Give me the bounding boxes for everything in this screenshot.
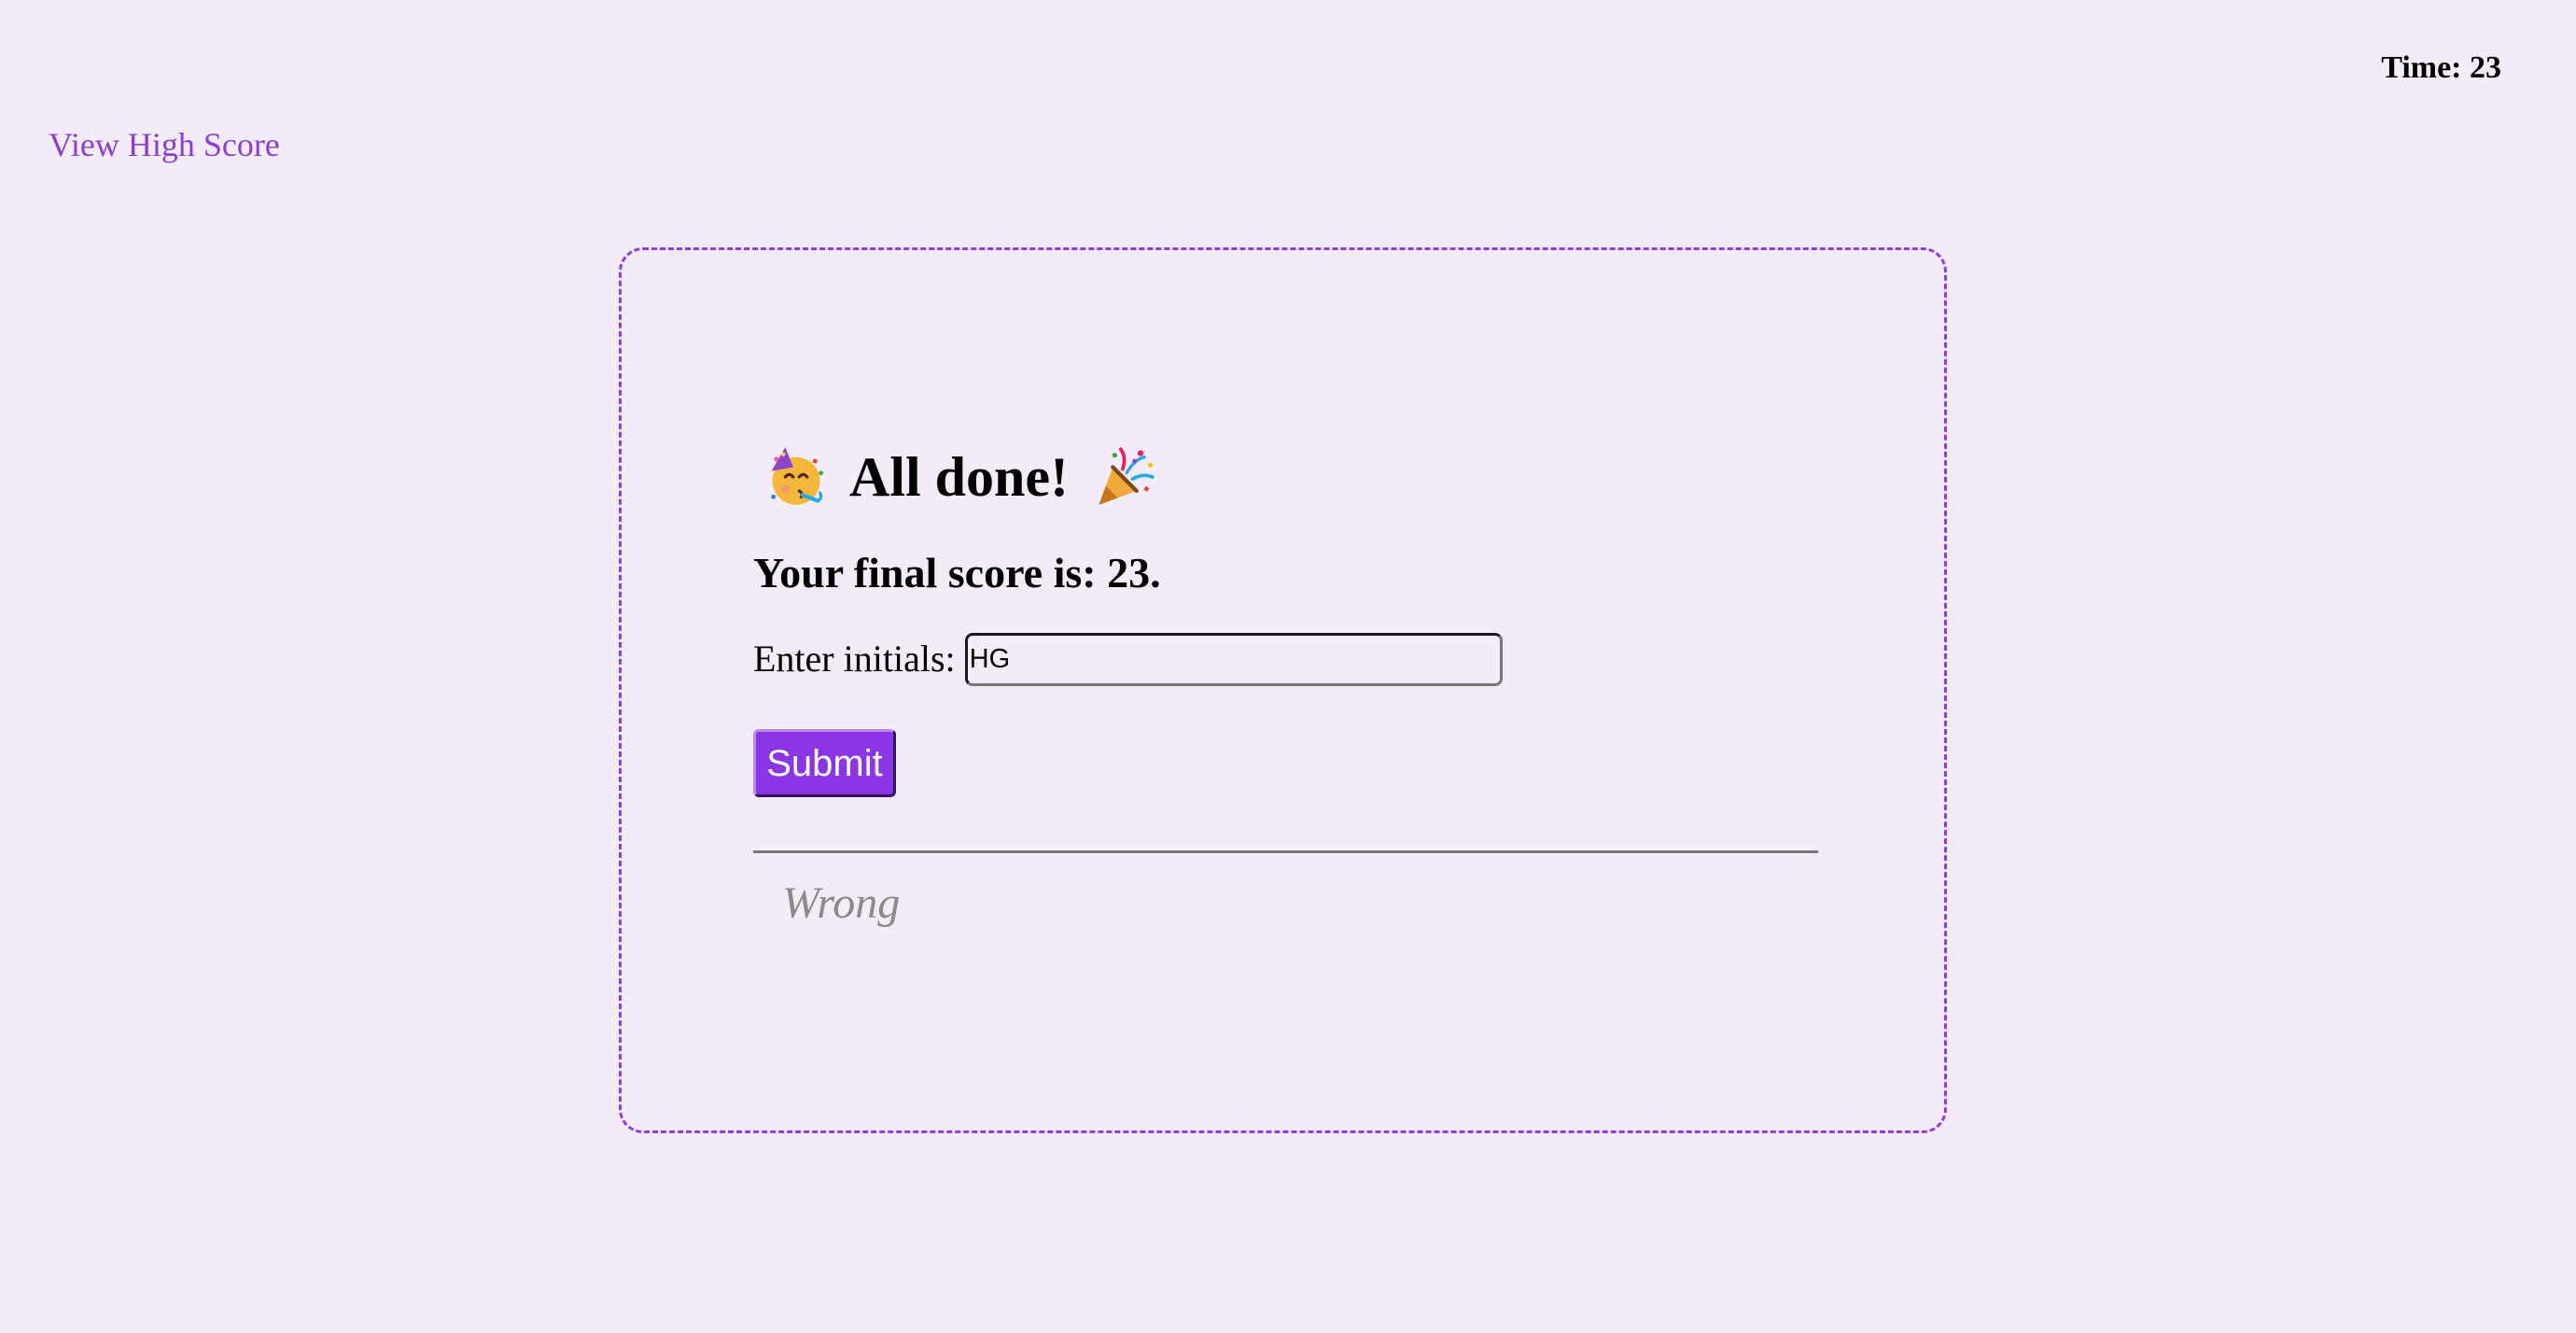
timer-display: Time: 23 xyxy=(2381,50,2501,85)
quiz-end-card: All done! Your final score is: 23. Enter… xyxy=(619,247,1947,1133)
view-high-score-link[interactable]: View High Score xyxy=(49,128,280,161)
final-score-text: Your final score is: 23. xyxy=(753,549,1161,596)
answer-feedback: Wrong xyxy=(782,878,901,928)
party-popper-icon xyxy=(1093,445,1156,509)
partying-face-icon xyxy=(763,445,827,509)
initials-input[interactable] xyxy=(964,632,1503,686)
divider xyxy=(753,850,1818,853)
initials-form-row: Enter initials: xyxy=(753,631,1503,687)
submit-button[interactable]: Submit xyxy=(753,729,896,797)
page-title: All done! xyxy=(849,446,1070,508)
initials-label: Enter initials: xyxy=(753,638,956,680)
all-done-heading: All done! xyxy=(763,435,1156,519)
